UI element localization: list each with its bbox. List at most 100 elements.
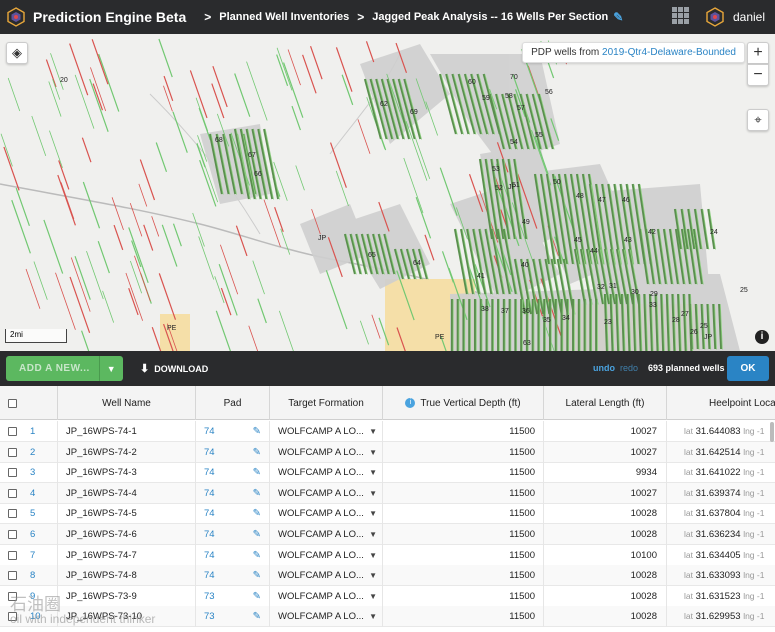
formation-cell[interactable]: WOLFCAMP A LO... ▼ xyxy=(270,441,383,463)
row-checkbox[interactable] xyxy=(8,488,17,498)
pad-value[interactable]: 74 xyxy=(204,508,215,519)
tvd-cell[interactable]: 11500 xyxy=(383,606,544,628)
formation-cell[interactable]: WOLFCAMP A LO... ▼ xyxy=(270,503,383,525)
heelpoint-cell[interactable]: lat 31.636234 lng -1 xyxy=(667,524,775,545)
formation-cell[interactable]: WOLFCAMP A LO... ▼ xyxy=(270,482,383,504)
table-row[interactable]: 6 JP_16WPS-74-6 74 ✎ WOLFCAMP A LO... ▼ 11500 1… xyxy=(0,524,775,545)
apps-grid-icon[interactable] xyxy=(672,7,689,24)
table-row[interactable]: 9 JP_16WPS-73-9 73 ✎ WOLFCAMP A LO... ▼ 11500 1… xyxy=(0,585,775,607)
row-checkbox[interactable] xyxy=(8,571,17,581)
pdp-source-link[interactable]: 2019-Qtr4-Delaware-Bounded xyxy=(602,47,736,58)
lateral-length-cell[interactable]: 10028 xyxy=(544,503,667,525)
well-name-cell[interactable]: JP_16WPS-74-5 xyxy=(58,503,196,525)
pad-cell[interactable]: 74 ✎ xyxy=(196,544,270,566)
dropdown-arrow-icon[interactable]: ▼ xyxy=(369,586,377,607)
tvd-cell[interactable]: 11500 xyxy=(383,544,544,566)
heelpoint-cell[interactable]: lat 31.644083 lng -1 xyxy=(667,421,775,442)
pad-cell[interactable]: 74 ✎ xyxy=(196,565,270,587)
pad-value[interactable]: 74 xyxy=(204,488,215,499)
dropdown-arrow-icon[interactable]: ▼ xyxy=(369,503,377,524)
dropdown-arrow-icon[interactable]: ▼ xyxy=(369,421,377,442)
pad-cell[interactable]: 74 ✎ xyxy=(196,441,270,463)
dropdown-arrow-icon[interactable]: ▼ xyxy=(369,462,377,483)
heelpoint-cell[interactable]: lat 31.634405 lng -1 xyxy=(667,545,775,566)
formation-cell[interactable]: WOLFCAMP A LO... ▼ xyxy=(270,462,383,484)
pencil-icon[interactable]: ✎ xyxy=(613,10,623,24)
pad-value[interactable]: 74 xyxy=(204,447,215,458)
well-name-cell[interactable]: JP_16WPS-74-4 xyxy=(58,482,196,504)
heelpoint-cell[interactable]: lat 31.633093 lng -1 xyxy=(667,565,775,586)
table-scrollbar[interactable] xyxy=(770,422,774,442)
pencil-icon[interactable]: ✎ xyxy=(253,462,261,483)
well-map[interactable]: 60 59 58 57 56 55 54 53 52 51 50 49 48 47 46 45 44 43 42 41… xyxy=(0,34,775,351)
well-name-cell[interactable]: JP_16WPS-74-2 xyxy=(58,441,196,463)
formation-cell[interactable]: WOLFCAMP A LO... ▼ xyxy=(270,524,383,545)
row-checkbox[interactable] xyxy=(8,426,17,436)
row-checkbox[interactable] xyxy=(8,468,17,478)
lateral-length-cell[interactable]: 10028 xyxy=(544,585,667,607)
pad-cell[interactable]: 74 ✎ xyxy=(196,462,270,484)
col-lateral-length[interactable]: Lateral Length (ft) xyxy=(544,386,667,420)
well-name-cell[interactable]: JP_16WPS-74-1 xyxy=(58,421,196,442)
app-title[interactable]: Prediction Engine Beta xyxy=(33,9,186,25)
add-new-button[interactable]: ADD A NEW... ▼ xyxy=(6,356,123,381)
pad-value[interactable]: 74 xyxy=(204,570,215,581)
lateral-length-cell[interactable]: 10028 xyxy=(544,565,667,587)
formation-cell[interactable]: WOLFCAMP A LO... ▼ xyxy=(270,544,383,566)
dropdown-arrow-icon[interactable]: ▼ xyxy=(369,442,377,463)
pad-value[interactable]: 74 xyxy=(204,467,215,478)
pad-value[interactable]: 74 xyxy=(204,426,215,437)
dropdown-arrow-icon[interactable]: ▼ xyxy=(369,565,377,586)
dropdown-arrow-icon[interactable]: ▼ xyxy=(369,606,377,627)
formation-cell[interactable]: WOLFCAMP A LO... ▼ xyxy=(270,606,383,628)
col-target-formation[interactable]: Target Formation xyxy=(270,386,383,420)
pencil-icon[interactable]: ✎ xyxy=(253,606,261,627)
dropdown-arrow-icon[interactable]: ▼ xyxy=(369,545,377,566)
table-row[interactable]: 5 JP_16WPS-74-5 74 ✎ WOLFCAMP A LO... ▼ 11500 1… xyxy=(0,503,775,525)
dropdown-arrow-icon[interactable]: ▼ xyxy=(369,483,377,504)
username[interactable]: daniel xyxy=(733,10,765,24)
table-row[interactable]: 1 JP_16WPS-74-1 74 ✎ WOLFCAMP A LO... ▼ 11500 1… xyxy=(0,421,775,442)
heelpoint-cell[interactable]: lat 31.642514 lng -1 xyxy=(667,442,775,463)
row-checkbox[interactable] xyxy=(8,447,17,457)
undo-button[interactable]: undo xyxy=(593,363,615,373)
pencil-icon[interactable]: ✎ xyxy=(253,483,261,504)
well-name-cell[interactable]: JP_16WPS-74-6 xyxy=(58,524,196,545)
lateral-length-cell[interactable]: 10027 xyxy=(544,441,667,463)
info-icon[interactable]: i xyxy=(755,330,769,344)
col-tvd[interactable]: i True Vertical Depth (ft) xyxy=(383,386,544,420)
pencil-icon[interactable]: ✎ xyxy=(253,586,261,607)
pad-cell[interactable]: 74 ✎ xyxy=(196,482,270,504)
breadcrumb-jagged-peak[interactable]: Jagged Peak Analysis -- 16 Wells Per Sec… xyxy=(372,11,608,23)
table-row[interactable]: 8 JP_16WPS-74-8 74 ✎ WOLFCAMP A LO... ▼ 11500 1… xyxy=(0,565,775,587)
lateral-length-cell[interactable]: 10100 xyxy=(544,544,667,566)
pencil-icon[interactable]: ✎ xyxy=(253,421,261,442)
app-logo-icon[interactable] xyxy=(6,7,26,27)
well-name-cell[interactable]: JP_16WPS-74-3 xyxy=(58,462,196,484)
dropdown-arrow-icon[interactable]: ▼ xyxy=(369,524,377,545)
pad-cell[interactable]: 73 ✎ xyxy=(196,606,270,628)
lateral-length-cell[interactable]: 9934 xyxy=(544,462,667,484)
heelpoint-cell[interactable]: lat 31.641022 lng -1 xyxy=(667,462,775,483)
formation-cell[interactable]: WOLFCAMP A LO... ▼ xyxy=(270,585,383,607)
caret-down-icon[interactable]: ▼ xyxy=(99,356,123,381)
pencil-icon[interactable]: ✎ xyxy=(253,442,261,463)
pencil-icon[interactable]: ✎ xyxy=(253,565,261,586)
tvd-cell[interactable]: 11500 xyxy=(383,503,544,525)
row-checkbox[interactable] xyxy=(8,550,17,560)
tvd-cell[interactable]: 11500 xyxy=(383,441,544,463)
locate-button[interactable]: ⌖ xyxy=(747,109,769,131)
formation-cell[interactable]: WOLFCAMP A LO... ▼ xyxy=(270,421,383,442)
row-checkbox[interactable] xyxy=(8,529,17,539)
tvd-cell[interactable]: 11500 xyxy=(383,462,544,484)
col-heelpoint[interactable]: Heelpoint Loca xyxy=(667,386,775,420)
pad-value[interactable]: 73 xyxy=(204,591,215,602)
table-row[interactable]: 2 JP_16WPS-74-2 74 ✎ WOLFCAMP A LO... ▼ 11500 1… xyxy=(0,441,775,463)
pad-cell[interactable]: 74 ✎ xyxy=(196,524,270,545)
col-pad[interactable]: Pad xyxy=(196,386,270,420)
download-button[interactable]: ⬇ DOWNLOAD xyxy=(140,362,208,375)
heelpoint-cell[interactable]: lat 31.629953 lng -1 xyxy=(667,606,775,627)
pad-value[interactable]: 74 xyxy=(204,550,215,561)
lateral-length-cell[interactable]: 10027 xyxy=(544,482,667,504)
pencil-icon[interactable]: ✎ xyxy=(253,503,261,524)
